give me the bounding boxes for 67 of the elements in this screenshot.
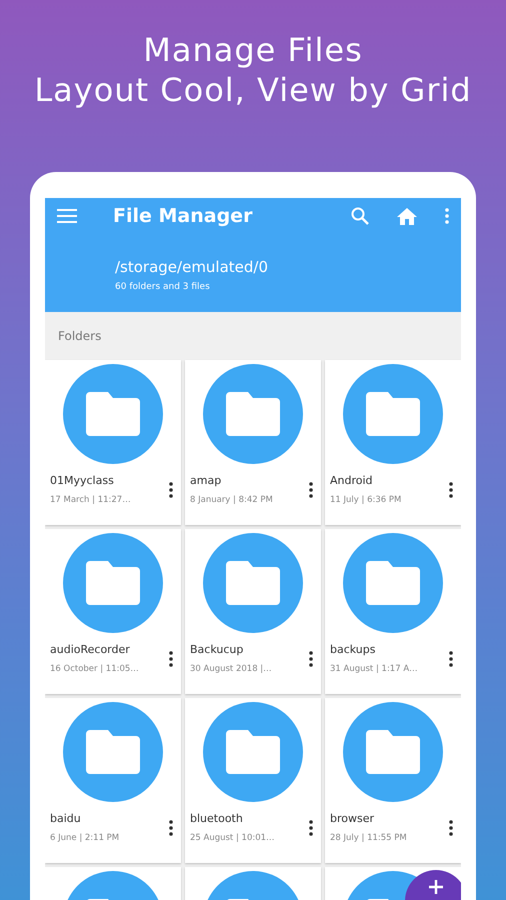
- search-icon: [351, 207, 369, 225]
- folder-date: 30 August 2018 |…: [190, 664, 273, 674]
- folder-name: Backucup: [190, 643, 244, 656]
- search-button[interactable]: [351, 207, 369, 225]
- menu-button[interactable]: [57, 209, 77, 223]
- more-button[interactable]: [309, 650, 313, 666]
- folder-name: 01Myyclass: [50, 474, 115, 487]
- more-button[interactable]: [169, 820, 173, 836]
- folder-name: audioRecorder: [50, 643, 131, 656]
- more-icon: [309, 482, 313, 498]
- more-icon: [309, 820, 313, 836]
- more-button[interactable]: [309, 482, 313, 498]
- folder-name: Android: [330, 474, 374, 487]
- folder-date: 31 August | 1:17 A…: [330, 664, 419, 674]
- folder-name: browser: [330, 812, 376, 825]
- folder-icon: [226, 730, 280, 774]
- folder-icon: [86, 561, 140, 605]
- current-path: /storage/emulated/0: [115, 258, 270, 276]
- more-icon: [445, 208, 449, 224]
- folder-icon: [366, 561, 420, 605]
- headline: Manage Files: [143, 30, 363, 70]
- more-icon: [449, 482, 453, 498]
- folder-date: 25 August | 10:01…: [190, 833, 276, 843]
- folder-date: 16 October | 11:05…: [50, 664, 140, 674]
- more-button[interactable]: [169, 482, 173, 498]
- more-button[interactable]: [449, 650, 453, 666]
- folder-card[interactable]: amap 8 January | 8:42 PM: [185, 360, 321, 525]
- more-icon: [309, 650, 313, 666]
- folder-icon: [86, 392, 140, 436]
- more-button[interactable]: [449, 820, 453, 836]
- folder-date: 11 July | 6:36 PM: [330, 495, 402, 505]
- folder-card[interactable]: bluetooth 25 August | 10:01…: [185, 698, 321, 863]
- headline: Layout Cool, View by Grid: [34, 70, 472, 110]
- more-icon: [169, 482, 173, 498]
- folder-icon: [366, 730, 420, 774]
- more-button[interactable]: [309, 820, 313, 836]
- folder-icon: [366, 392, 420, 436]
- folder-icon: [226, 392, 280, 436]
- home-icon: [397, 208, 417, 224]
- folder-card[interactable]: baidu 6 June | 2:11 PM: [45, 698, 181, 863]
- home-button[interactable]: [397, 208, 417, 224]
- menu-icon: [57, 209, 77, 223]
- folder-date: 6 June | 2:11 PM: [50, 833, 120, 843]
- folder-icon: [226, 561, 280, 605]
- folder-name: backups: [330, 643, 376, 656]
- folder-card[interactable]: Backucup 30 August 2018 |…: [185, 529, 321, 694]
- folder-card[interactable]: backups 31 August | 1:17 A…: [325, 529, 461, 694]
- folder-summary: 60 folders and 3 files: [115, 282, 211, 292]
- more-icon: [169, 820, 173, 836]
- folder-date: 28 July | 11:55 PM: [330, 833, 408, 843]
- folder-card[interactable]: browser 28 July | 11:55 PM: [325, 698, 461, 863]
- more-icon: [449, 820, 453, 836]
- folder-date: 17 March | 11:27…: [50, 495, 132, 505]
- folder-name: bluetooth: [190, 812, 244, 825]
- plus-icon: [429, 880, 443, 894]
- folder-name: baidu: [50, 812, 82, 825]
- more-icon: [449, 650, 453, 666]
- more-button[interactable]: [169, 650, 173, 666]
- folder-card[interactable]: 01Myyclass 17 March | 11:27…: [45, 360, 181, 525]
- folder-icon: [86, 730, 140, 774]
- folder-name: amap: [190, 474, 222, 487]
- folder-date: 8 January | 8:42 PM: [190, 495, 274, 505]
- folder-card[interactable]: Android 11 July | 6:36 PM: [325, 360, 461, 525]
- more-button[interactable]: [449, 482, 453, 498]
- app-title: File Manager: [113, 205, 254, 227]
- more-icon: [169, 650, 173, 666]
- folder-card[interactable]: audioRecorder 16 October | 11:05…: [45, 529, 181, 694]
